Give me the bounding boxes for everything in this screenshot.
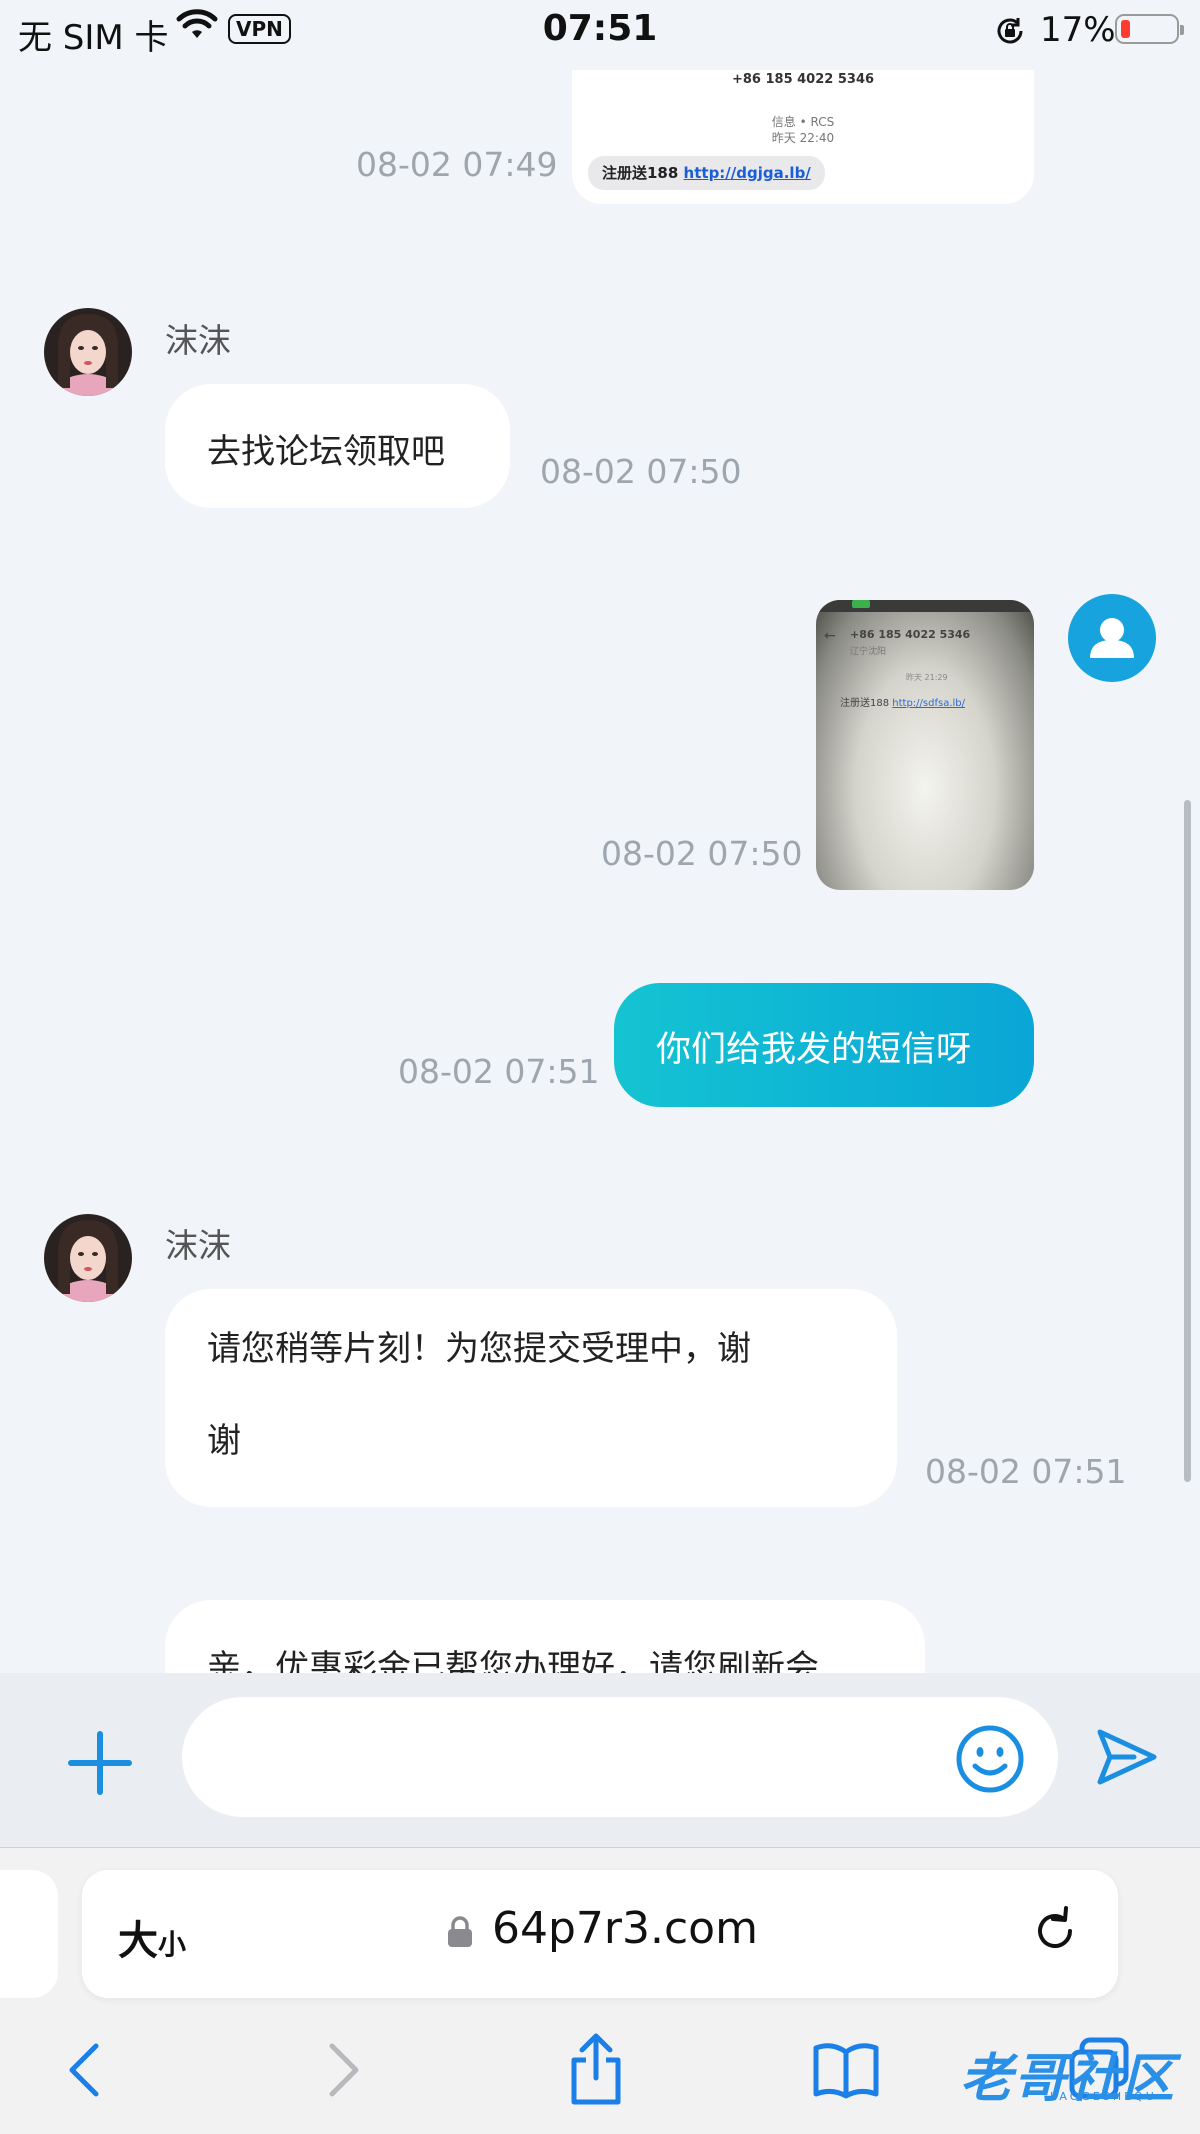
rotation-lock-icon <box>993 14 1027 57</box>
status-bar: 无 SIM 卡 VPN 07:51 17% <box>0 0 1200 60</box>
sms-link: http://dgjga.lb/ <box>683 164 811 182</box>
agent-message-bubble[interactable]: 去找论坛领取吧 <box>165 384 510 508</box>
photo-sms-text: 注册送188 <box>840 698 890 709</box>
divider <box>0 1847 1200 1848</box>
battery-icon <box>1115 14 1184 44</box>
photo-sms-content: 注册送188 http://sdfsa.lb/ <box>840 694 965 709</box>
smiley-icon[interactable] <box>955 1724 1025 1798</box>
photo-sms-link: http://sdfsa.lb/ <box>892 698 966 709</box>
photo-sender-number: +86 185 4022 5346 <box>850 628 971 641</box>
sms-text: 注册送188 <box>602 164 679 182</box>
scrollbar[interactable] <box>1184 800 1191 1482</box>
message-input[interactable] <box>182 1697 1058 1817</box>
send-icon[interactable] <box>1094 1724 1160 1794</box>
agent-avatar[interactable] <box>44 1214 132 1302</box>
text-size-label: 大 <box>118 1918 158 1964</box>
message-time: 08-02 07:50 <box>601 834 803 873</box>
agent-message-bubble[interactable]: 请您稍等片刻！为您提交受理中，谢 谢 <box>165 1289 897 1507</box>
my-message-bubble[interactable]: 你们给我发的短信呀 <box>614 983 1034 1107</box>
message-text-line-1: 请您稍等片刻！为您提交受理中，谢 <box>207 1329 751 1369</box>
url-domain[interactable]: 64p7r3.com <box>492 1903 758 1954</box>
previous-tab-peek[interactable] <box>0 1870 58 1998</box>
text-size-button[interactable]: 大小 <box>118 1908 186 1966</box>
message-text: 去找论坛领取吧 <box>207 432 445 472</box>
plus-icon[interactable] <box>64 1727 136 1799</box>
photo-received-time: 昨天 21:29 <box>906 673 948 682</box>
sms-screenshot-message[interactable]: +86 185 4022 5346 信息 • RCS 昨天 22:40 注册送1… <box>572 70 1034 204</box>
photo-back-icon: ← <box>824 628 836 644</box>
share-icon[interactable] <box>566 2032 626 2110</box>
sender-name: 沫沫 <box>165 1226 231 1265</box>
lock-icon <box>447 1916 473 1948</box>
message-time: 08-02 07:51 <box>398 1052 600 1091</box>
agent-avatar[interactable] <box>44 308 132 396</box>
sms-received-time: 昨天 22:40 <box>771 131 835 145</box>
sms-service: 信息 • RCS <box>771 115 835 129</box>
battery-percent: 17% <box>1040 10 1116 50</box>
message-time: 08-02 07:49 <box>356 145 558 184</box>
sms-sender-number: +86 185 4022 5346 <box>731 72 875 87</box>
sender-name: 沫沫 <box>165 321 231 360</box>
chevron-right-icon[interactable] <box>322 2040 366 2104</box>
reload-icon[interactable] <box>1028 1904 1082 1962</box>
chevron-left-icon[interactable] <box>62 2040 106 2104</box>
photo-phone-statusbar <box>816 600 1034 612</box>
message-time: 08-02 07:50 <box>540 452 742 491</box>
photo-battery-mark <box>852 600 870 608</box>
watermark-subtitle: LAOGESHEQU <box>1050 2090 1157 2103</box>
my-avatar[interactable] <box>1068 594 1156 682</box>
message-text: 你们给我发的短信呀 <box>656 1030 972 1070</box>
sms-bubble: 注册送188 http://dgjga.lb/ <box>588 156 825 190</box>
text-size-small-label: 小 <box>158 1928 187 1961</box>
message-time: 08-02 07:51 <box>925 1452 1127 1491</box>
message-text-line-2: 谢 <box>207 1421 241 1461</box>
photo-sender-region: 辽宁沈阳 <box>850 647 887 657</box>
photo-message[interactable]: ← +86 185 4022 5346 辽宁沈阳 昨天 21:29 注册送188… <box>816 600 1034 890</box>
book-icon[interactable] <box>810 2040 882 2104</box>
battery-level <box>1121 20 1130 38</box>
user-icon <box>1090 618 1134 658</box>
